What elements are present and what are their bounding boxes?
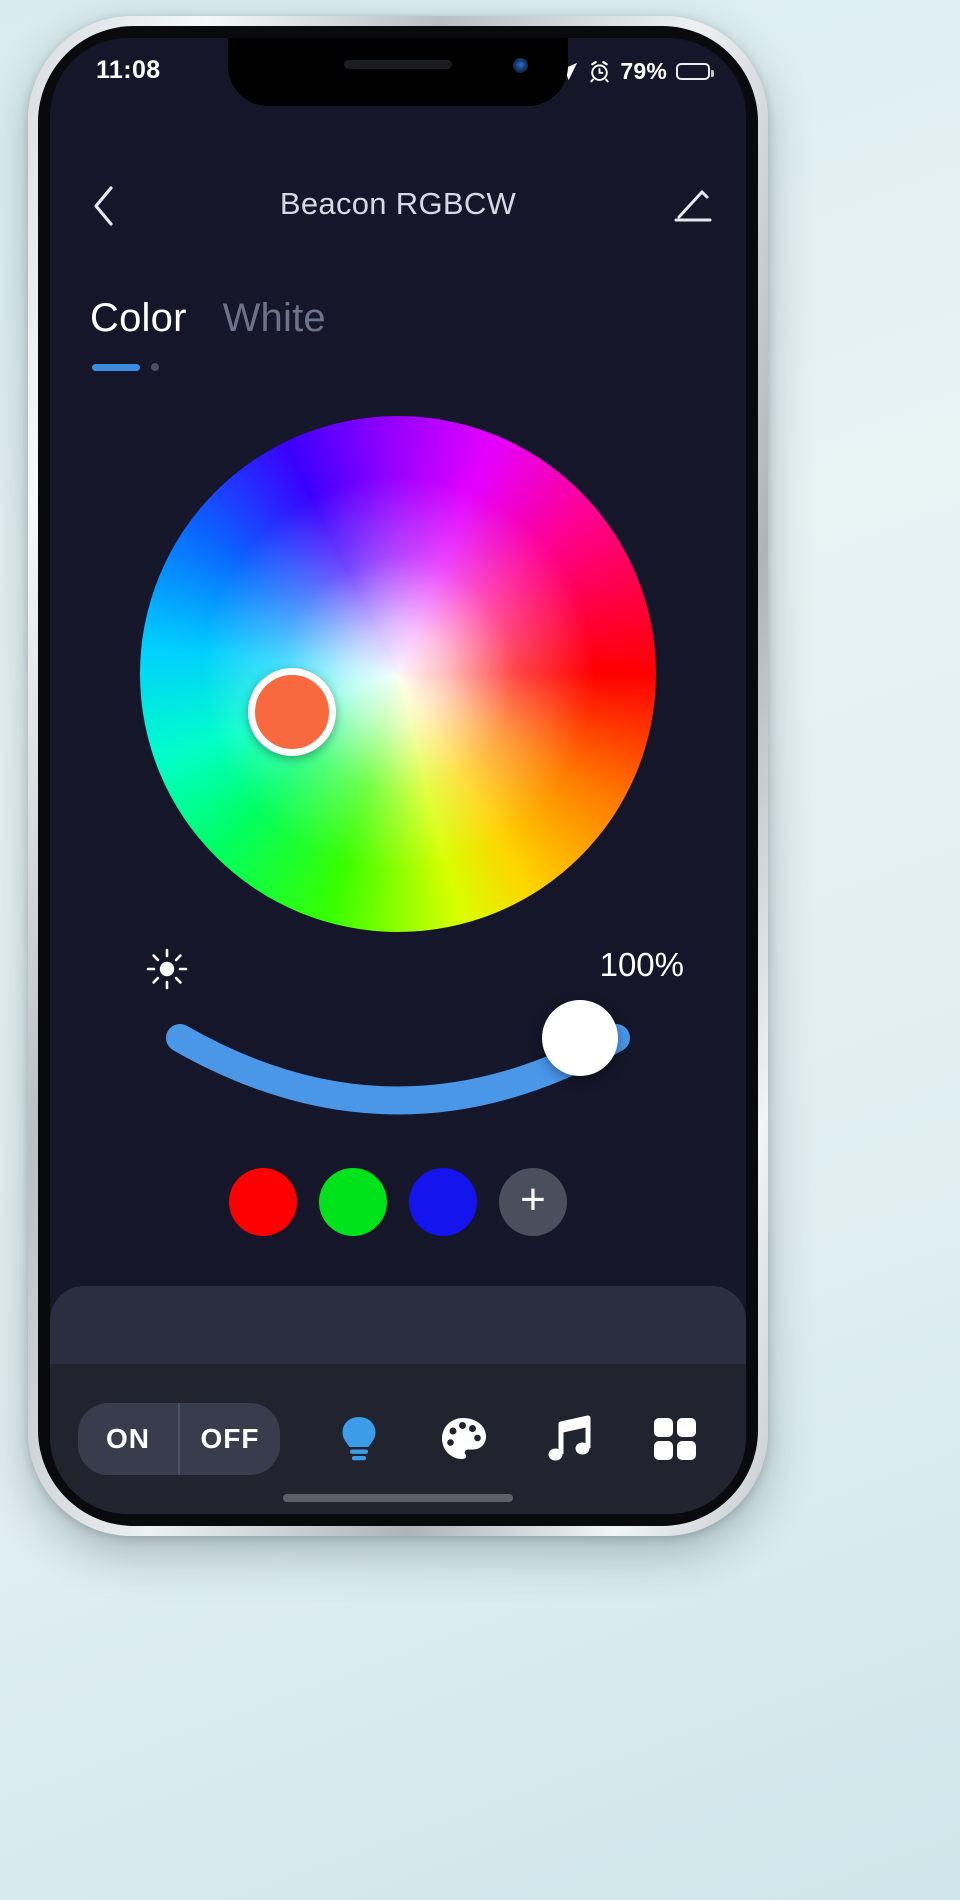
nav-palette-button[interactable] <box>435 1410 493 1468</box>
battery-icon <box>676 63 714 80</box>
alarm-clock-icon <box>588 60 611 83</box>
nav-music-button[interactable] <box>541 1410 599 1468</box>
battery-percent-label: 79% <box>620 58 667 84</box>
edit-button[interactable] <box>666 178 720 232</box>
preset-red[interactable] <box>229 1168 297 1236</box>
app-header: Beacon RGBCW <box>50 158 746 254</box>
tab-white[interactable]: White <box>223 296 326 341</box>
page-title: Beacon RGBCW <box>279 186 517 221</box>
home-indicator[interactable] <box>283 1494 513 1502</box>
front-camera <box>513 58 528 73</box>
on-button[interactable]: ON <box>78 1403 178 1475</box>
color-wheel[interactable] <box>140 416 656 932</box>
nav-scenes-button[interactable] <box>646 1410 704 1468</box>
status-time: 11:08 <box>96 56 161 84</box>
palette-icon <box>442 1418 487 1459</box>
color-presets: + <box>50 1168 746 1236</box>
phone-screen: 11:08 79% Beacon RGBCW Color White 100% … <box>50 38 746 1514</box>
tab-page-indicator <box>92 363 159 371</box>
preset-green[interactable] <box>319 1168 387 1236</box>
brightness-slider-knob[interactable] <box>542 1000 618 1076</box>
bottom-nav <box>280 1410 746 1468</box>
power-toggle-group: ON OFF <box>78 1403 280 1475</box>
grid-apps-icon <box>654 1418 697 1460</box>
bottom-panel: ON OFF <box>50 1286 746 1514</box>
brightness-slider-track <box>166 1024 630 1115</box>
notch <box>228 38 568 106</box>
brightness-slider[interactable] <box>50 978 746 1138</box>
color-wheel-knob[interactable] <box>248 668 336 756</box>
earpiece-speaker <box>344 60 452 69</box>
phone-frame: 11:08 79% Beacon RGBCW Color White 100% … <box>28 16 768 1536</box>
preset-blue[interactable] <box>409 1168 477 1236</box>
page-indicator-dot <box>151 363 159 371</box>
music-note-icon <box>548 1415 591 1461</box>
page-indicator-active <box>92 363 140 371</box>
bottom-toolbar: ON OFF <box>50 1364 746 1514</box>
hsv-color-wheel[interactable] <box>140 416 656 932</box>
preset-add-button[interactable]: + <box>499 1168 567 1236</box>
mode-tabs: Color White <box>90 296 326 341</box>
pencil-edit-icon <box>674 190 712 222</box>
bulb-icon <box>342 1417 376 1461</box>
nav-bulb-button[interactable] <box>330 1410 388 1468</box>
off-button[interactable]: OFF <box>180 1403 280 1475</box>
tab-color[interactable]: Color <box>90 296 187 341</box>
